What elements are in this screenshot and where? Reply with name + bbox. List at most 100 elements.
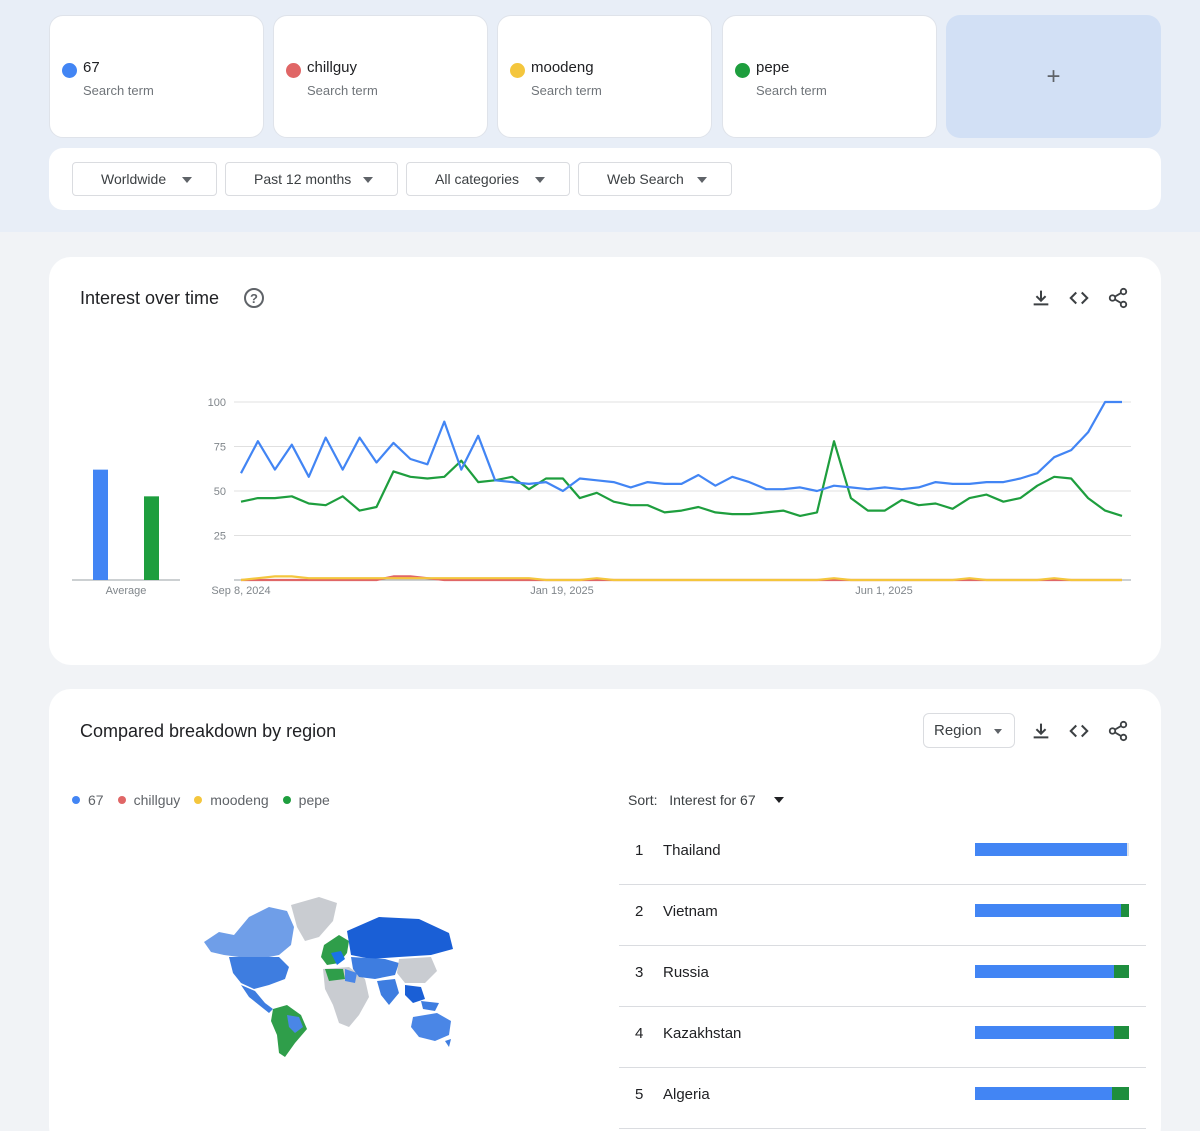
map-north-america[interactable]: [204, 907, 294, 959]
share-icon[interactable]: [1107, 720, 1129, 742]
caret-down-icon[interactable]: [774, 797, 784, 803]
map-southeast-asia[interactable]: [405, 985, 425, 1003]
share-segment-67: [975, 904, 1122, 917]
region-row[interactable]: 2 Vietnam: [619, 885, 1146, 946]
map-mexico[interactable]: [241, 985, 273, 1013]
map-australia[interactable]: [411, 1013, 451, 1041]
map-central-asia[interactable]: [351, 957, 399, 979]
x-tick-label: Jan 19, 2025: [530, 585, 594, 597]
share-segment-67: [975, 1026, 1114, 1039]
sort-value: Interest for 67: [669, 792, 756, 808]
share-segment-67: [975, 965, 1114, 978]
share-segment-pepe: [1112, 1087, 1129, 1100]
series-line-pepe[interactable]: [240, 440, 1123, 517]
legend-dot: [194, 796, 203, 804]
interest-share-bar: [975, 843, 1129, 856]
sort-control[interactable]: Sort: Interest for 67: [628, 792, 756, 808]
interest-share-bar: [975, 1087, 1129, 1100]
y-tick-label: 50: [214, 486, 226, 498]
interest-share-bar: [975, 1026, 1129, 1039]
rank-number: 2: [635, 903, 644, 920]
term-type-label: Search term: [531, 83, 602, 98]
region-breakdown-card: Compared breakdown by region Region 67 c…: [49, 689, 1161, 1131]
time-range-label: Past 12 months: [254, 171, 352, 187]
interest-share-bar: [975, 904, 1129, 917]
world-map[interactable]: [199, 897, 459, 1057]
map-new-zealand[interactable]: [445, 1039, 451, 1047]
y-tick-label: 100: [208, 397, 226, 409]
rank-number: 1: [635, 842, 644, 859]
region-name: Vietnam: [663, 903, 718, 920]
term-name: moodeng: [531, 59, 594, 76]
map-south-america[interactable]: [271, 1005, 307, 1057]
search-type-label: Web Search: [607, 171, 684, 187]
term-color-dot: [735, 63, 750, 78]
term-color-dot: [286, 63, 301, 78]
rank-number: 3: [635, 964, 644, 981]
term-type-label: Search term: [307, 83, 378, 98]
caret-down-icon: [182, 177, 192, 183]
share-segment-67: [975, 1087, 1113, 1100]
share-segment-other: [1127, 843, 1129, 856]
share-segment-pepe: [1121, 904, 1129, 917]
term-color-dot: [62, 63, 77, 78]
region-dropdown[interactable]: Region: [923, 713, 1015, 748]
location-dropdown[interactable]: Worldwide: [72, 162, 217, 196]
map-greenland[interactable]: [291, 897, 337, 941]
caret-down-icon: [994, 729, 1002, 734]
region-name: Algeria: [663, 1086, 710, 1103]
legend-item: moodeng: [194, 792, 269, 808]
term-card-pepe[interactable]: pepe Search term: [722, 15, 937, 138]
location-label: Worldwide: [101, 171, 167, 187]
time-range-dropdown[interactable]: Past 12 months: [225, 162, 398, 196]
share-segment-67: [975, 843, 1128, 856]
map-china[interactable]: [397, 957, 437, 983]
average-bar-67[interactable]: [93, 469, 108, 580]
region-row[interactable]: 4 Kazakhstan: [619, 1007, 1146, 1068]
term-name: chillguy: [307, 59, 358, 76]
interest-line-chart: 25 50 75 100 Average Sep 8, 2024 Jan 19, 2025 J…: [72, 397, 1131, 597]
legend-item: 67: [72, 792, 104, 808]
term-card-67[interactable]: 67 Search term: [49, 15, 264, 138]
filter-bar: Worldwide Past 12 months All categories …: [49, 148, 1161, 210]
map-india[interactable]: [377, 979, 399, 1005]
legend-dot: [117, 796, 126, 804]
category-label: All categories: [435, 171, 520, 187]
map-usa[interactable]: [229, 957, 289, 989]
term-name: 67: [83, 59, 100, 76]
share-segment-pepe: [1113, 1026, 1129, 1039]
plus-icon: +: [1046, 62, 1061, 90]
embed-code-icon[interactable]: [1068, 720, 1090, 742]
card-title: Compared breakdown by region: [80, 721, 337, 741]
y-tick-label: 25: [214, 531, 226, 543]
add-term-button[interactable]: +: [946, 15, 1161, 138]
x-tick-label: Jun 1, 2025: [855, 585, 913, 597]
map-indonesia[interactable]: [421, 1001, 439, 1011]
term-name: pepe: [756, 59, 790, 76]
caret-down-icon: [697, 177, 707, 183]
x-tick-label: Sep 8, 2024: [211, 585, 270, 597]
caret-down-icon: [535, 177, 545, 183]
rank-number: 5: [635, 1086, 644, 1103]
y-tick-label: 75: [214, 442, 226, 454]
region-legend: 67 chillguy moodeng pepe: [72, 792, 344, 808]
term-type-label: Search term: [83, 83, 154, 98]
legend-dot: [282, 796, 291, 804]
region-row[interactable]: 5 Algeria: [619, 1068, 1146, 1129]
sort-label: Sort:: [628, 792, 658, 808]
term-type-label: Search term: [756, 83, 827, 98]
category-dropdown[interactable]: All categories: [406, 162, 570, 196]
search-type-dropdown[interactable]: Web Search: [578, 162, 732, 196]
map-russia[interactable]: [347, 917, 453, 959]
interest-share-bar: [975, 965, 1129, 978]
average-bar-pepe[interactable]: [144, 496, 159, 580]
term-card-chillguy[interactable]: chillguy Search term: [273, 15, 488, 138]
download-icon[interactable]: [1030, 720, 1052, 742]
region-dropdown-label: Region: [934, 722, 982, 739]
region-row[interactable]: 3 Russia: [619, 946, 1146, 1007]
legend-item: chillguy: [117, 792, 180, 808]
region-name: Thailand: [663, 842, 721, 859]
region-row[interactable]: 1 Thailand: [619, 824, 1146, 885]
term-card-moodeng[interactable]: moodeng Search term: [497, 15, 712, 138]
caret-down-icon: [363, 177, 373, 183]
